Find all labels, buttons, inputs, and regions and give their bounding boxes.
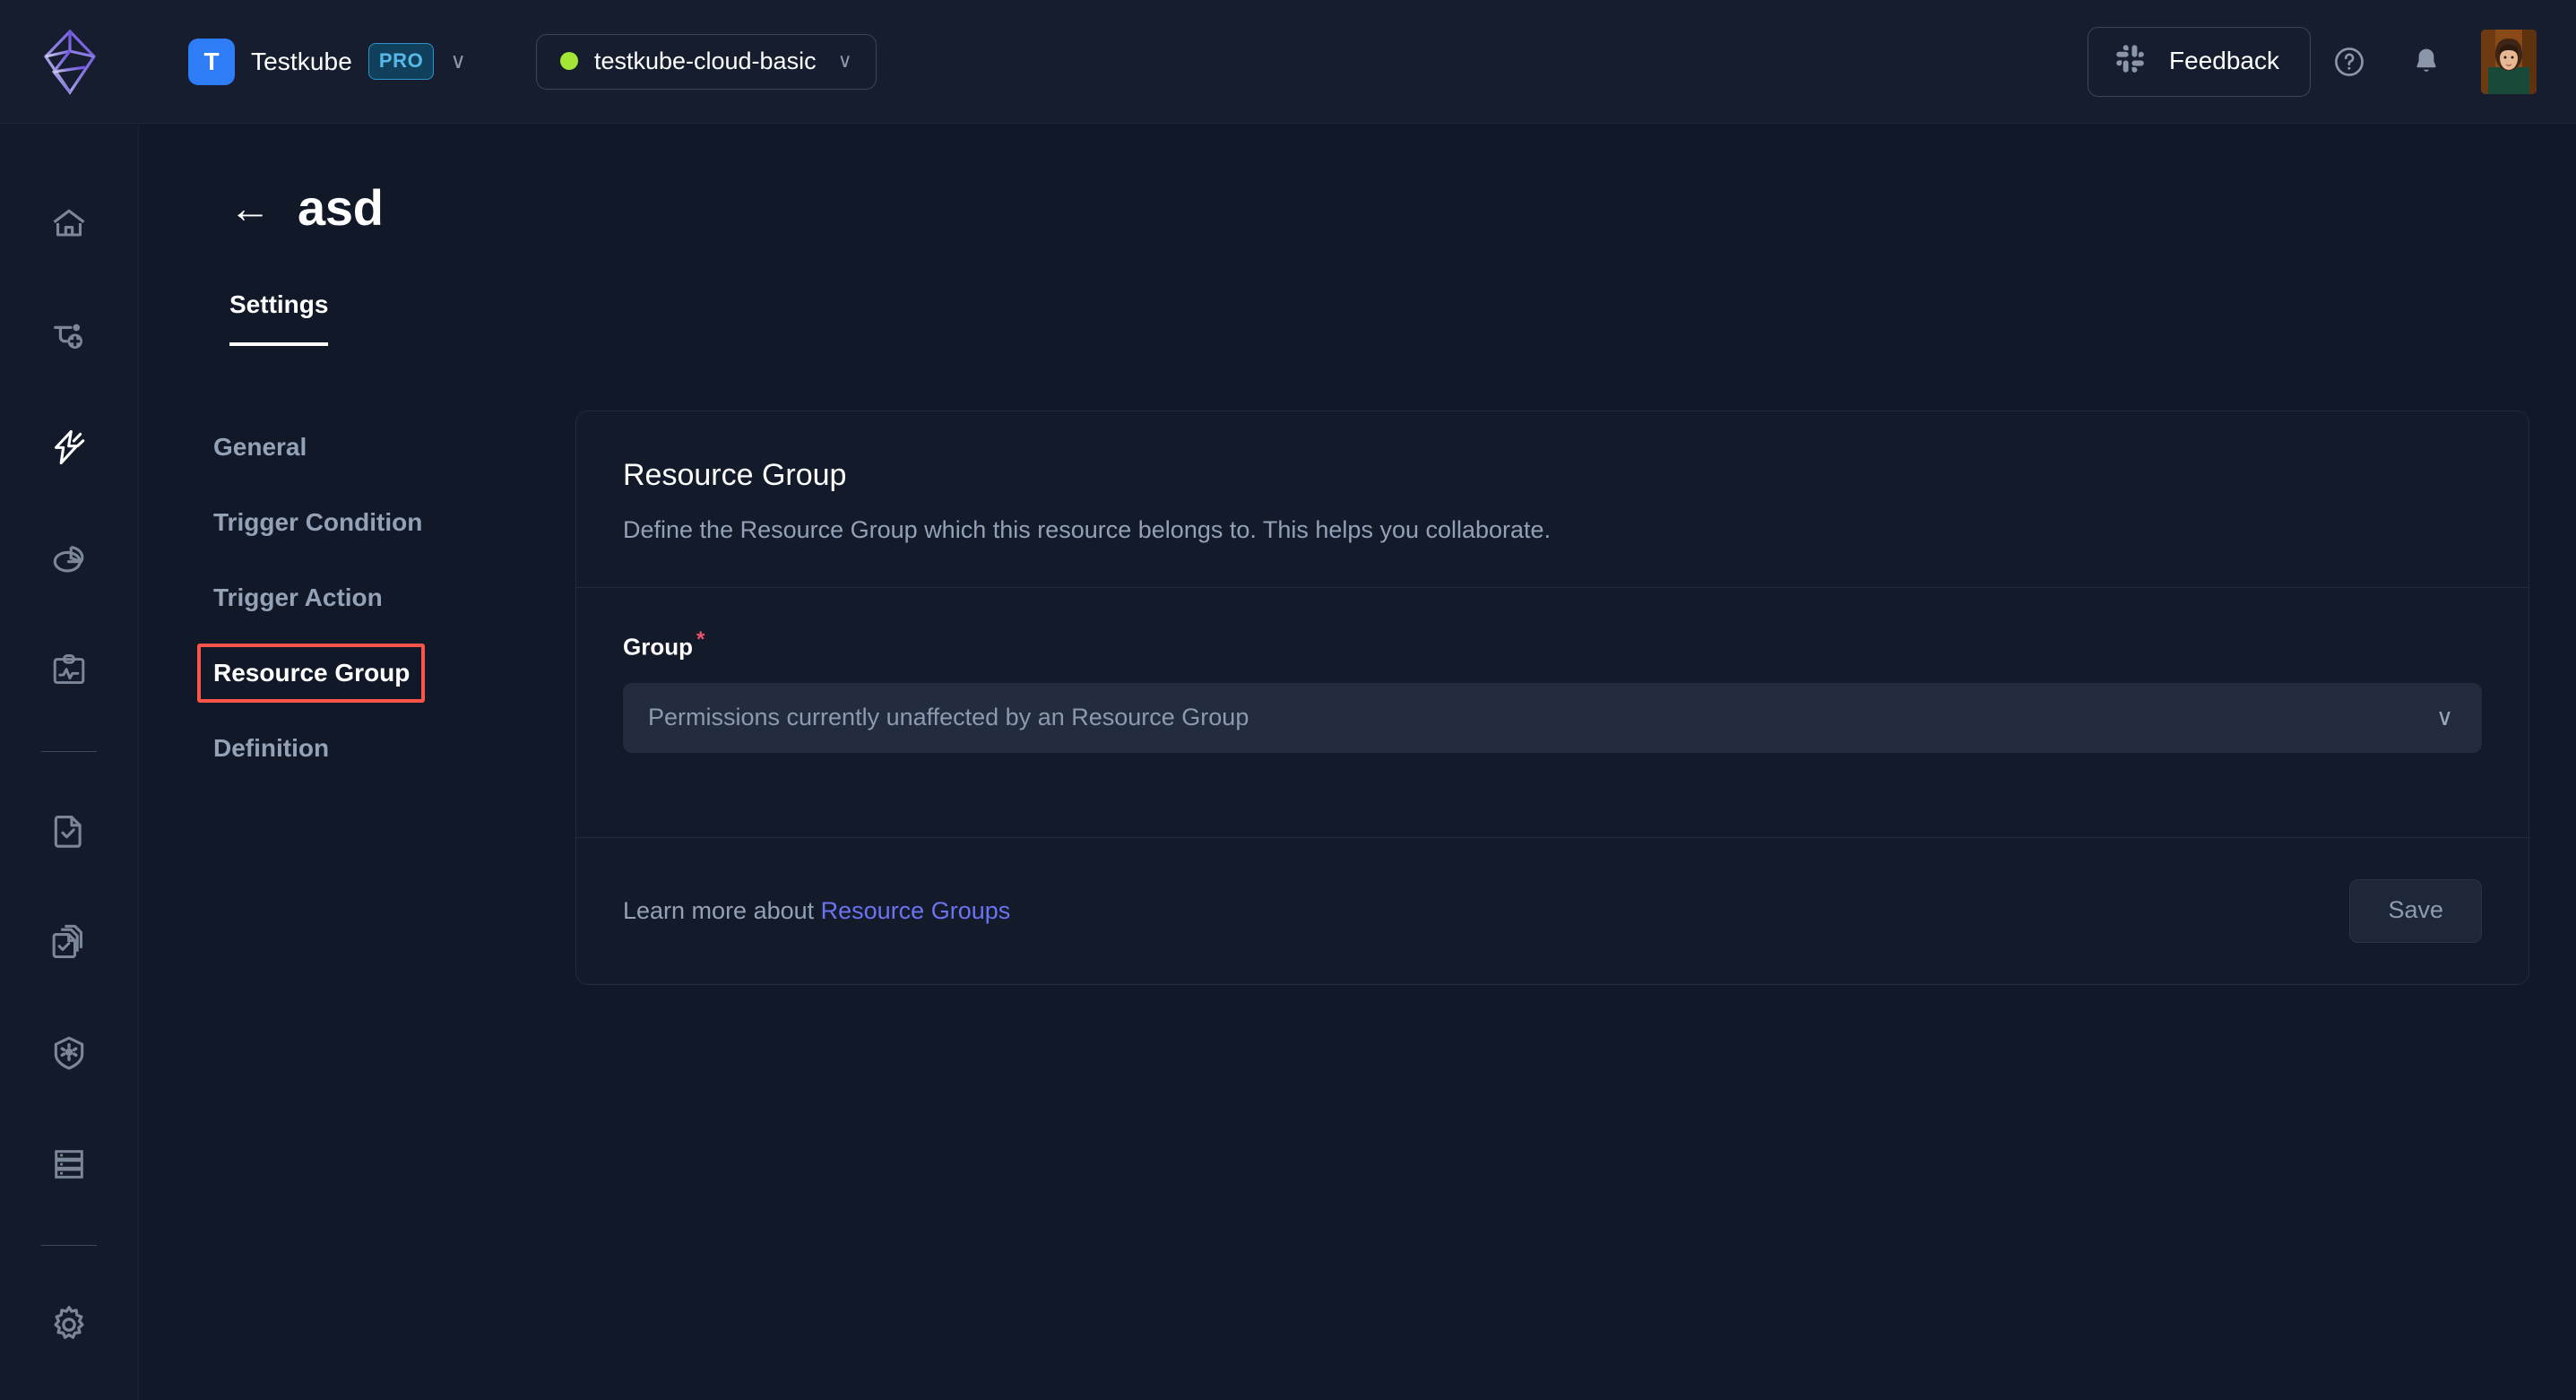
server-icon <box>49 1145 89 1184</box>
group-field-label: Group* <box>623 627 2482 661</box>
org-name: Testkube <box>251 48 352 76</box>
bell-icon <box>2410 46 2442 78</box>
top-bar-actions: Feedback <box>2088 23 2576 100</box>
card-body: Group* Permissions currently unaffected … <box>576 588 2528 837</box>
group-label-text: Group <box>623 634 693 661</box>
subnav-item-general[interactable]: General <box>197 418 425 477</box>
card-header: Resource Group Define the Resource Group… <box>576 411 2528 587</box>
card-footer: Learn more about Resource Groups Save <box>576 838 2528 984</box>
sidebar-item-webhooks[interactable] <box>26 1017 112 1089</box>
sidebar-item-settings[interactable] <box>26 1289 112 1361</box>
chevron-down-icon: ∨ <box>838 49 852 73</box>
subnav-item-definition[interactable]: Definition <box>197 719 425 778</box>
chevron-down-icon: ∨ <box>2436 704 2453 731</box>
sidebar-item-sources[interactable] <box>26 1128 112 1200</box>
top-bar: T Testkube PRO ∨ testkube-cloud-basic ∨ <box>0 0 2576 124</box>
file-check-icon <box>49 811 89 851</box>
page-title: asd <box>298 178 384 237</box>
org-switcher[interactable]: T Testkube PRO ∨ <box>188 39 466 85</box>
resource-groups-link[interactable]: Resource Groups <box>821 897 1011 924</box>
sidebar-item-analytics[interactable] <box>26 523 112 594</box>
save-button[interactable]: Save <box>2349 879 2482 943</box>
sidebar-item-triggers[interactable] <box>26 411 112 483</box>
card-description: Define the Resource Group which this res… <box>623 516 2482 544</box>
notifications-button[interactable] <box>2388 23 2465 100</box>
environment-switcher[interactable]: testkube-cloud-basic ∨ <box>536 34 877 90</box>
test-add-icon <box>48 315 90 357</box>
files-check-icon <box>48 921 90 963</box>
app-root: T Testkube PRO ∨ testkube-cloud-basic ∨ <box>0 0 2576 1400</box>
status-dot-icon <box>560 52 578 70</box>
environment-name: testkube-cloud-basic <box>594 48 817 75</box>
app-logo[interactable] <box>0 29 139 95</box>
slack-icon <box>2115 44 2146 79</box>
home-icon <box>49 205 89 245</box>
rail-divider-bottom <box>41 1245 97 1246</box>
subnav-item-trigger-action[interactable]: Trigger Action <box>197 568 425 627</box>
group-select[interactable]: Permissions currently unaffected by an R… <box>623 683 2482 753</box>
help-circle-icon <box>2332 45 2366 79</box>
avatar-photo-icon <box>2481 30 2537 94</box>
resource-group-card: Resource Group Define the Resource Group… <box>575 410 2529 985</box>
sidebar-item-test-suites[interactable] <box>26 906 112 978</box>
page-header: ← asd <box>229 178 2576 237</box>
subnav-item-resource-group[interactable]: Resource Group <box>197 644 425 703</box>
tab-settings[interactable]: Settings <box>229 290 328 346</box>
page-content: ← asd Settings General Trigger Condition… <box>140 125 2576 1400</box>
help-button[interactable] <box>2311 23 2388 100</box>
pie-chart-icon <box>49 539 89 578</box>
chevron-down-icon: ∨ <box>450 51 466 73</box>
sidebar-item-tests[interactable] <box>26 795 112 867</box>
learn-more-prefix: Learn more about <box>623 897 821 924</box>
rail-divider <box>41 751 97 752</box>
group-select-value: Permissions currently unaffected by an R… <box>648 704 2436 731</box>
learn-more-text: Learn more about Resource Groups <box>623 897 1010 925</box>
feedback-button[interactable]: Feedback <box>2088 27 2311 97</box>
feedback-label: Feedback <box>2169 47 2279 75</box>
sidebar-item-create-test[interactable] <box>26 300 112 372</box>
subnav-item-trigger-condition[interactable]: Trigger Condition <box>197 493 437 552</box>
status-board-icon <box>49 651 89 690</box>
lightning-icon <box>48 427 90 468</box>
sidebar-item-status[interactable] <box>26 635 112 706</box>
back-button[interactable]: ← <box>229 187 271 229</box>
user-avatar[interactable] <box>2481 30 2537 94</box>
org-avatar: T <box>188 39 235 85</box>
required-marker: * <box>696 627 705 652</box>
settings-subnav: General Trigger Condition Trigger Action… <box>177 410 575 985</box>
testkube-cube-logo-icon <box>42 29 98 95</box>
plan-badge: PRO <box>368 43 434 80</box>
card-title: Resource Group <box>623 458 2482 493</box>
left-nav-rail <box>0 125 139 1400</box>
shield-gear-icon <box>49 1033 89 1073</box>
field-spacer <box>623 753 2482 798</box>
page-tabs: Settings <box>229 290 2576 346</box>
settings-layout: General Trigger Condition Trigger Action… <box>177 410 2576 985</box>
sidebar-item-home[interactable] <box>26 189 112 261</box>
gear-icon <box>48 1304 90 1345</box>
